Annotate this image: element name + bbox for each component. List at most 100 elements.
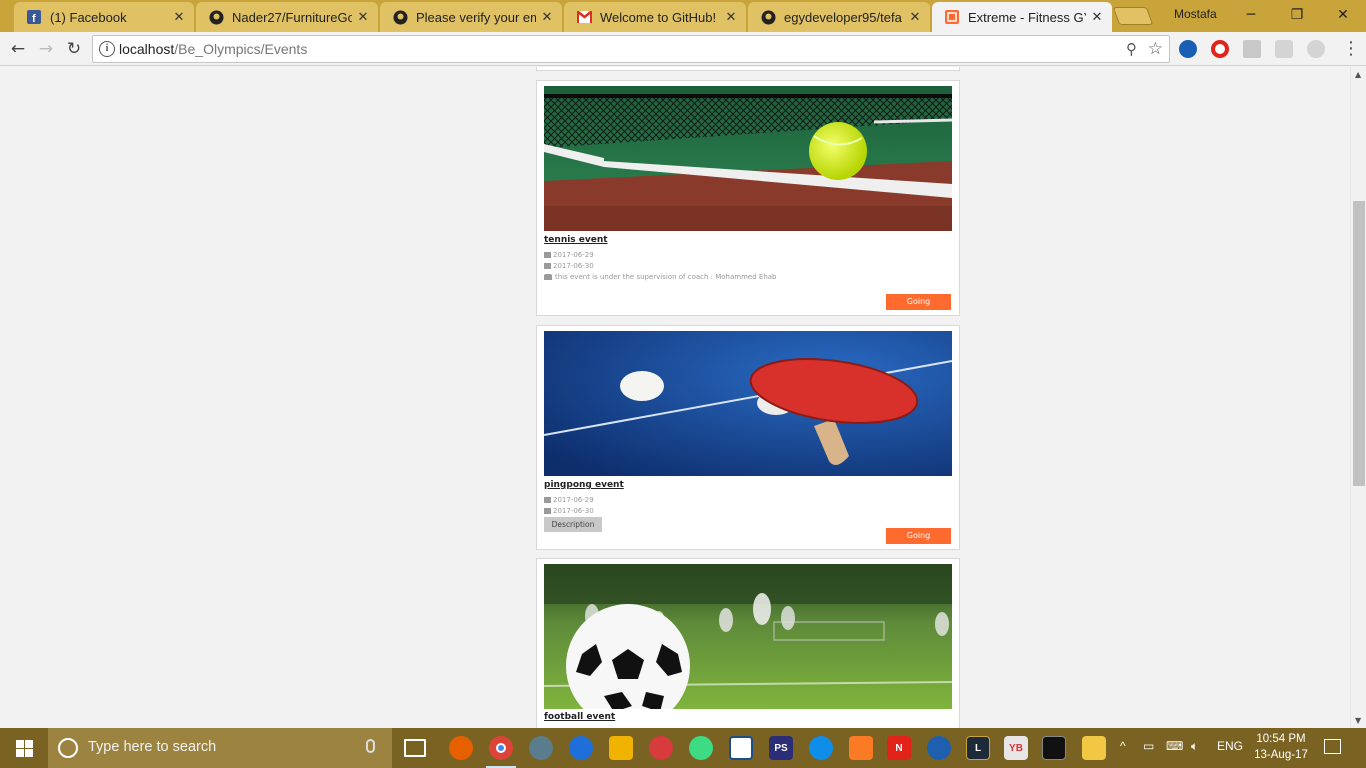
scroll-thumb[interactable]: [1353, 201, 1365, 486]
facebook-icon: f: [26, 9, 42, 25]
sublime-icon[interactable]: [609, 736, 633, 760]
taskbar-search-box[interactable]: Type here to search: [48, 728, 392, 768]
chrome-icon[interactable]: [489, 736, 513, 760]
github-icon: [208, 9, 224, 25]
tab-facebook[interactable]: f (1) Facebook ✕: [14, 2, 194, 32]
task-view-icon[interactable]: [404, 739, 426, 757]
teamviewer-icon[interactable]: [809, 736, 833, 760]
terminal-icon[interactable]: [1042, 736, 1066, 760]
network-icon[interactable]: ▭: [1143, 739, 1154, 753]
event-start-date: 2017-06-29: [544, 496, 594, 504]
tab-title: Extreme - Fitness GYM: [968, 9, 1086, 25]
extension-pdf-icon[interactable]: [1243, 40, 1261, 58]
close-icon[interactable]: ✕: [540, 10, 554, 25]
language-indicator[interactable]: ENG: [1217, 739, 1243, 753]
android-studio-icon[interactable]: [689, 736, 713, 760]
event-card-football: football event: [536, 558, 960, 728]
end-date-text: 2017-06-30: [553, 262, 594, 270]
minimize-icon[interactable]: ─: [1228, 0, 1274, 30]
close-icon[interactable]: ✕: [724, 10, 738, 25]
profile-name[interactable]: Mostafa: [1174, 7, 1217, 21]
menu-dots-icon[interactable]: ⋮: [1342, 37, 1360, 61]
info-icon[interactable]: i: [99, 41, 115, 57]
close-icon[interactable]: ✕: [1090, 10, 1104, 25]
forward-arrow-icon[interactable]: →: [34, 37, 58, 61]
zoom-icon[interactable]: ⚲: [1126, 40, 1137, 58]
app-bird-icon[interactable]: [569, 736, 593, 760]
extension-globe-icon[interactable]: [1179, 40, 1197, 58]
calendar-icon: [544, 263, 551, 269]
event-end-date: 2017-06-30: [544, 507, 594, 515]
phpstorm-icon[interactable]: PS: [769, 736, 793, 760]
extension-box-icon[interactable]: [1275, 40, 1293, 58]
tab-title: Welcome to GitHub! -: [600, 9, 720, 25]
calendar-icon: [544, 497, 551, 503]
firefox-icon[interactable]: [449, 736, 473, 760]
back-arrow-icon[interactable]: ←: [6, 37, 30, 61]
tab-title: Please verify your ema: [416, 9, 536, 25]
ime-icon[interactable]: ⌨: [1166, 739, 1183, 753]
league-icon[interactable]: L: [966, 736, 990, 760]
scroll-up-arrow-icon[interactable]: ▲: [1355, 70, 1361, 79]
going-button[interactable]: Going: [886, 294, 951, 310]
event-coach-note: this event is under the supervision of c…: [544, 273, 777, 281]
tab-gmail[interactable]: Welcome to GitHub! - ✕: [564, 2, 746, 32]
new-tab-button[interactable]: [1112, 7, 1154, 25]
event-card-tennis: tennis event 2017-06-29 2017-06-30 this …: [536, 80, 960, 316]
xampp-icon[interactable]: [849, 736, 873, 760]
start-date-text: 2017-06-29: [553, 251, 594, 259]
description-button[interactable]: Description: [544, 517, 602, 532]
tab-title: egydeveloper95/tefa: [784, 9, 902, 25]
cisco-icon[interactable]: [927, 736, 951, 760]
tab-extreme-fitness[interactable]: Extreme - Fitness GYM ✕: [932, 2, 1112, 32]
opera-icon[interactable]: [1211, 40, 1229, 58]
windows-logo-icon: [15, 739, 33, 757]
address-bar[interactable]: i localhost/Be_Olympics/Events ⚲ ☆: [92, 35, 1170, 63]
event-title[interactable]: pingpong event: [544, 480, 624, 490]
url-text[interactable]: localhost/Be_Olympics/Events: [119, 41, 307, 57]
tab-github-tefa[interactable]: egydeveloper95/tefa ✕: [748, 2, 930, 32]
bookmark-star-icon[interactable]: ☆: [1148, 39, 1163, 59]
tab-strip: f (1) Facebook ✕ Nader27/FurnitureGo: ✕ …: [0, 0, 1366, 32]
window-app-icon[interactable]: [729, 736, 753, 760]
tray-chevron-icon[interactable]: ^: [1120, 739, 1126, 753]
volume-icon[interactable]: 🔈︎: [1191, 739, 1198, 754]
football-image: [544, 564, 952, 709]
search-placeholder: Type here to search: [88, 739, 217, 755]
extension-gear-icon[interactable]: [1307, 40, 1325, 58]
previous-event-card: [536, 67, 960, 71]
calendar-icon: [544, 252, 551, 258]
action-center-icon[interactable]: [1324, 739, 1341, 754]
github-icon: [392, 9, 408, 25]
close-icon[interactable]: ✕: [356, 10, 370, 25]
scroll-down-arrow-icon[interactable]: ▼: [1355, 716, 1361, 725]
event-card-pingpong: pingpong event 2017-06-29 2017-06-30 Des…: [536, 325, 960, 550]
tab-github-verify[interactable]: Please verify your ema ✕: [380, 2, 562, 32]
tab-github-furniture[interactable]: Nader27/FurnitureGo: ✕: [196, 2, 378, 32]
event-title[interactable]: tennis event: [544, 235, 608, 245]
close-window-icon[interactable]: ✕: [1320, 0, 1366, 30]
microphone-icon[interactable]: [366, 739, 375, 753]
event-end-date: 2017-06-30: [544, 262, 594, 270]
tennis-image: [544, 86, 952, 231]
reload-icon[interactable]: ↻: [62, 37, 86, 61]
clock-date: 13-Aug-17: [1254, 749, 1308, 761]
taskbar-clock[interactable]: 10:54 PM 13-Aug-17: [1248, 731, 1314, 763]
page-scrollbar[interactable]: ▲ ▼: [1350, 67, 1366, 728]
end-date-text: 2017-06-30: [553, 507, 594, 515]
event-title[interactable]: football event: [544, 712, 615, 722]
start-date-text: 2017-06-29: [553, 496, 594, 504]
pingpong-image: [544, 331, 952, 476]
adobe-icon[interactable]: N: [887, 736, 911, 760]
going-button[interactable]: Going: [886, 528, 951, 544]
downloader-icon[interactable]: [649, 736, 673, 760]
eclipse-icon[interactable]: [529, 736, 553, 760]
clock-time: 10:54 PM: [1256, 733, 1306, 745]
restore-icon[interactable]: ❐: [1274, 0, 1320, 30]
close-icon[interactable]: ✕: [172, 10, 186, 25]
close-icon[interactable]: ✕: [908, 10, 922, 25]
yandex-browser-icon[interactable]: YB: [1004, 736, 1028, 760]
file-explorer-icon[interactable]: [1082, 736, 1106, 760]
svg-text:f: f: [32, 13, 36, 24]
windows-start-button[interactable]: [0, 728, 48, 768]
